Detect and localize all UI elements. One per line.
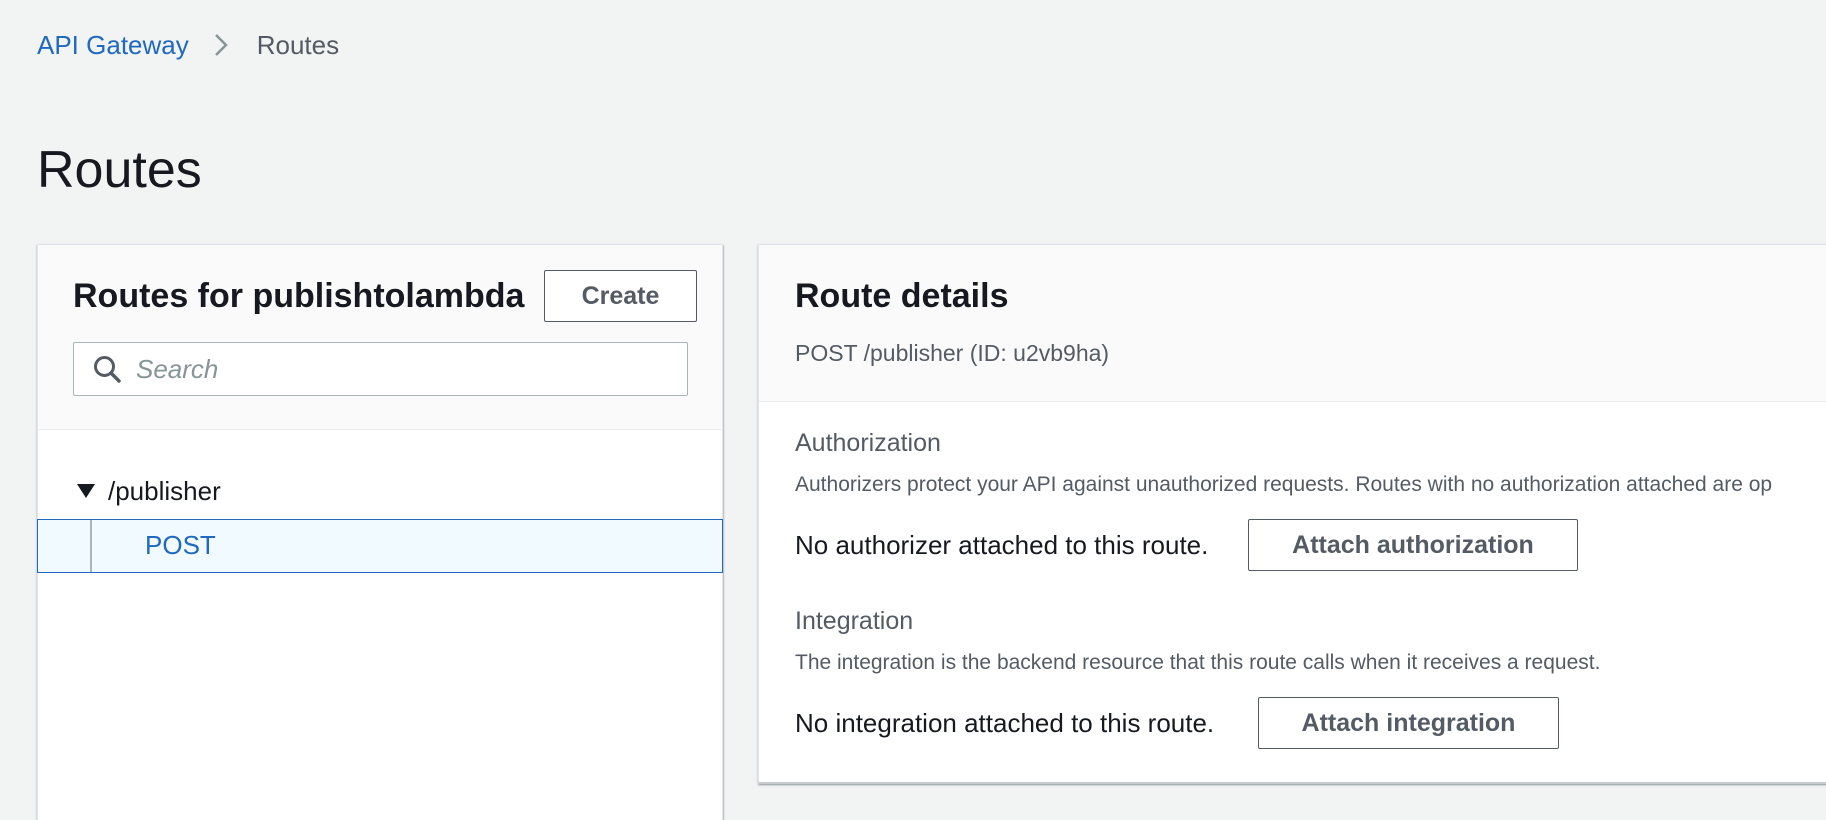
- authorization-section-title: Authorization: [795, 429, 941, 457]
- chevron-right-icon: [214, 34, 228, 56]
- attach-authorization-button[interactable]: Attach authorization: [1248, 519, 1578, 571]
- integration-status: No integration attached to this route.: [795, 708, 1215, 738]
- route-details-subtitle: POST /publisher (ID: u2vb9ha): [795, 340, 1110, 366]
- attach-integration-button[interactable]: Attach integration: [1258, 697, 1559, 749]
- routes-panel: Routes for publishtolambda Create /publi…: [37, 244, 723, 820]
- tree-item-publisher[interactable]: /publisher: [76, 471, 221, 511]
- authorization-description: Authorizers protect your API against una…: [795, 473, 1773, 496]
- routes-panel-header: Routes for publishtolambda Create: [38, 245, 722, 430]
- page-title: Routes: [37, 141, 202, 199]
- breadcrumb-current: Routes: [256, 29, 340, 60]
- tree-method-label: POST: [145, 530, 216, 560]
- search-icon: [94, 356, 121, 383]
- breadcrumb: API Gateway Routes: [37, 28, 339, 62]
- tree-item-post[interactable]: POST: [37, 519, 723, 573]
- caret-down-icon[interactable]: [76, 481, 96, 501]
- routes-panel-title: Routes for publishtolambda: [73, 277, 525, 315]
- breadcrumb-api-gateway-link[interactable]: API Gateway: [37, 30, 189, 61]
- search-box[interactable]: [73, 342, 688, 396]
- authorization-status: No authorizer attached to this route.: [795, 530, 1209, 560]
- app-root: API Gateway Routes Routes Routes for pub…: [0, 0, 1826, 820]
- tree-resource-label: /publisher: [108, 475, 221, 506]
- route-details-panel: Route details POST /publisher (ID: u2vb9…: [758, 244, 1826, 784]
- route-details-title: Route details: [795, 277, 1009, 315]
- route-details-header: Route details POST /publisher (ID: u2vb9…: [759, 245, 1826, 402]
- integration-section-title: Integration: [795, 607, 914, 635]
- integration-description: The integration is the backend resource …: [795, 651, 1601, 674]
- tree-guide-line: [90, 520, 92, 572]
- search-input[interactable]: [136, 349, 656, 389]
- create-route-button[interactable]: Create: [544, 270, 697, 322]
